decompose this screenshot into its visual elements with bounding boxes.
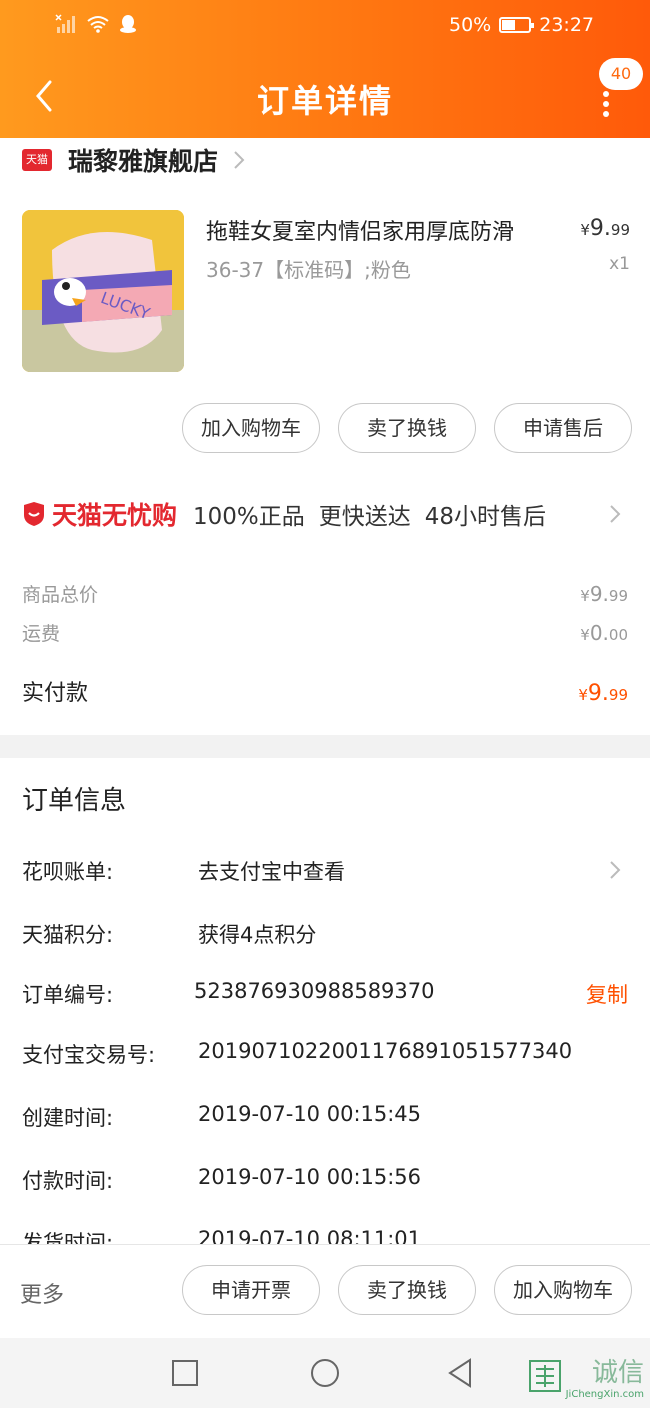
- slipper-image-icon: LUCKY: [22, 210, 184, 372]
- shop-card: 天猫 瑞黎雅旗舰店 LUCKY 拖鞋女夏室内情侣家用厚底防滑 36-37【标准码…: [0, 138, 650, 735]
- home-icon[interactable]: [308, 1356, 342, 1390]
- currency-symbol: ¥: [580, 587, 590, 605]
- info-label: 付款时间:: [22, 1169, 114, 1193]
- resell-button[interactable]: 卖了换钱: [338, 1265, 476, 1315]
- info-value: 2019-07-10 00:15:56: [198, 1165, 422, 1189]
- tmall-assurance-row[interactable]: 天猫无忧购 100%正品 更快送达 48小时售后: [22, 494, 632, 534]
- bottom-action-bar: 更多 申请开票 卖了换钱 加入购物车: [0, 1244, 650, 1338]
- price-decimal: 99: [608, 587, 628, 605]
- shipped-time-row: 发货时间: 2019-07-10 08:11:01: [22, 1227, 628, 1244]
- info-value: 获得4点积分: [198, 923, 317, 947]
- paid-label: 实付款: [22, 681, 89, 706]
- assurance-item: 更快送达: [318, 504, 411, 530]
- assurance-brand-text: 天猫无忧购: [52, 501, 178, 530]
- watermark-text: 诚信: [591, 1358, 644, 1388]
- after-sale-button[interactable]: 申请售后: [494, 403, 632, 453]
- shipping-row: 运费 ¥0.00: [22, 619, 628, 646]
- system-nav-bar: 诚信 JiChengXin.com: [0, 1338, 650, 1408]
- product-price: ¥9.99: [580, 216, 630, 241]
- order-number-value: 523876930988589370: [194, 979, 435, 1003]
- message-count-badge[interactable]: 40: [599, 58, 643, 90]
- battery-percent: 50%: [449, 14, 492, 36]
- info-value: 2019-07-10 00:15:45: [198, 1102, 422, 1126]
- price-decimal: 99: [610, 221, 630, 239]
- price-integer: 9.: [587, 681, 609, 706]
- watermark-logo-icon: [528, 1360, 561, 1392]
- huabei-bill-row[interactable]: 花呗账单: 去支付宝中查看: [22, 856, 628, 896]
- info-label: 创建时间:: [22, 1106, 114, 1130]
- order-info-title: 订单信息: [22, 786, 127, 816]
- info-label: 花呗账单:: [22, 860, 114, 884]
- battery-icon: [499, 17, 535, 33]
- shop-header[interactable]: 天猫 瑞黎雅旗舰店: [22, 142, 246, 178]
- status-right: 50% 23:27: [449, 14, 594, 36]
- chevron-right-icon: [234, 151, 245, 169]
- watermark-site: JiChengXin.com: [565, 1389, 644, 1400]
- status-bar: 50% 23:27: [0, 0, 650, 50]
- price-integer: 9.: [589, 582, 609, 606]
- recent-apps-icon[interactable]: [168, 1356, 202, 1390]
- more-button[interactable]: 更多: [20, 1277, 64, 1309]
- price-decimal: 99: [608, 686, 628, 704]
- request-invoice-button[interactable]: 申请开票: [182, 1265, 320, 1315]
- info-value: 2019-07-10 08:11:01: [198, 1227, 422, 1244]
- currency-symbol: ¥: [580, 626, 590, 644]
- status-icons: [55, 14, 137, 34]
- chevron-right-icon: [610, 505, 621, 523]
- copy-button[interactable]: 复制: [586, 979, 628, 1009]
- info-label: 支付宝交易号:: [22, 1043, 156, 1067]
- back-triangle-icon[interactable]: [444, 1356, 478, 1390]
- header: 50% 23:27 订单详情 40: [0, 0, 650, 138]
- clock: 23:27: [539, 14, 594, 36]
- qq-icon: [120, 15, 136, 33]
- goods-total-label: 商品总价: [22, 584, 99, 606]
- shipping-label: 运费: [22, 623, 61, 645]
- product-image[interactable]: LUCKY: [22, 210, 184, 372]
- paid-row: 实付款 ¥9.99: [22, 675, 628, 707]
- created-time-row: 创建时间: 2019-07-10 00:15:45: [22, 1102, 628, 1142]
- add-to-cart-button[interactable]: 加入购物车: [494, 1265, 632, 1315]
- price-integer: 0.: [589, 621, 609, 645]
- price-decimal: 00: [608, 626, 628, 644]
- watermark: 诚信 JiChengXin.com: [528, 1352, 644, 1400]
- info-label: 天猫积分:: [22, 923, 114, 947]
- alipay-trade-row: 支付宝交易号: 2019071022001176891051577340: [22, 1039, 628, 1079]
- product-sku: 36-37【标准码】;粉色: [206, 258, 411, 282]
- page-title: 订单详情: [256, 82, 393, 120]
- goods-total-row: 商品总价 ¥9.99: [22, 580, 628, 607]
- shop-name[interactable]: 瑞黎雅旗舰店: [68, 142, 218, 178]
- currency-symbol: ¥: [580, 221, 590, 239]
- tmall-points-row: 天猫积分: 获得4点积分: [22, 919, 628, 959]
- shield-icon: [24, 502, 44, 526]
- assurance-item: 48小时售后: [424, 504, 547, 530]
- assurance-item: 100%正品: [193, 504, 305, 530]
- assurance-brand: 天猫无忧购: [22, 496, 177, 532]
- currency-symbol: ¥: [578, 686, 588, 704]
- info-value: 2019071022001176891051577340: [198, 1039, 573, 1063]
- shipping-value: ¥0.00: [580, 621, 628, 645]
- wifi-icon: [87, 16, 109, 33]
- signal-icon: [55, 14, 75, 33]
- info-label: 发货时间:: [22, 1231, 114, 1244]
- resell-button[interactable]: 卖了换钱: [338, 403, 476, 453]
- add-to-cart-button[interactable]: 加入购物车: [182, 403, 320, 453]
- tmall-logo-icon: 天猫: [22, 149, 52, 171]
- goods-total-value: ¥9.99: [580, 582, 628, 606]
- info-label: 订单编号:: [22, 983, 114, 1007]
- chevron-right-icon: [610, 861, 621, 879]
- order-info-card: 订单信息 花呗账单: 去支付宝中查看 天猫积分: 获得4点积分 订单编号: 52…: [0, 758, 650, 1244]
- product-quantity: x1: [609, 254, 630, 274]
- info-value[interactable]: 去支付宝中查看: [198, 856, 345, 886]
- product-title[interactable]: 拖鞋女夏室内情侣家用厚底防滑: [206, 214, 514, 246]
- paid-value: ¥9.99: [578, 681, 628, 706]
- price-integer: 9.: [589, 216, 611, 241]
- order-number-row: 订单编号: 523876930988589370 复制: [22, 979, 628, 1019]
- paid-time-row: 付款时间: 2019-07-10 00:15:56: [22, 1165, 628, 1205]
